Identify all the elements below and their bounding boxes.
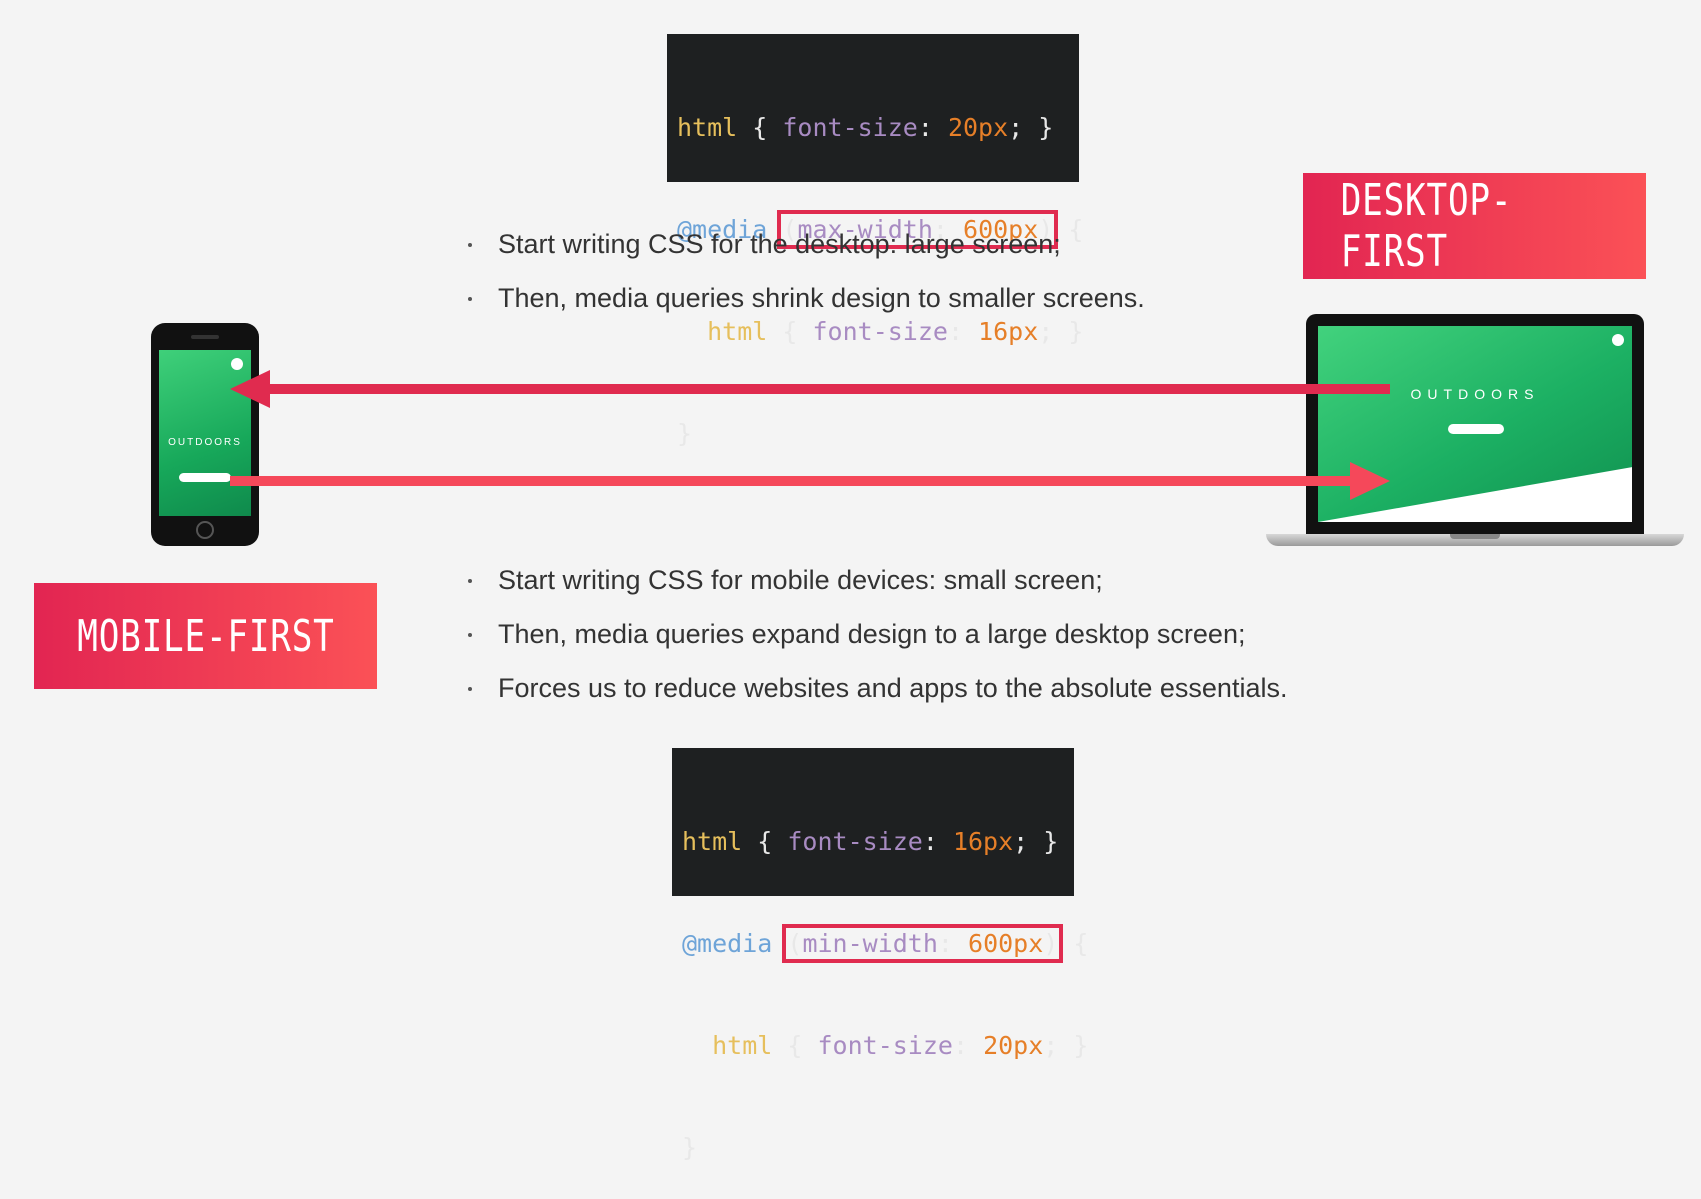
code-colon: :: [922, 827, 953, 856]
code-paren: (: [787, 929, 803, 958]
code-selector: html: [712, 1031, 773, 1060]
code-property: font-size: [817, 1031, 953, 1060]
code-end: ; }: [1043, 1031, 1089, 1060]
arrow-right-icon: [230, 462, 1390, 500]
code-colon: :: [952, 1031, 984, 1060]
mobile-first-badge: MOBILE-FIRST: [34, 583, 377, 689]
arrow-left-icon: [230, 370, 1390, 408]
list-item: Forces us to reduce websites and apps to…: [466, 668, 1287, 722]
code-paren: ): [1043, 929, 1059, 958]
code-line-4: }: [682, 1133, 698, 1162]
list-item: Start writing CSS for mobile devices: sm…: [466, 560, 1287, 614]
code-value: 600px: [968, 929, 1044, 958]
code-line-2: @media (min-width: 600px) {: [682, 924, 1088, 963]
code-colon: :: [937, 929, 969, 958]
code-at-rule: @media: [682, 929, 773, 958]
code-value: 20px: [983, 1031, 1044, 1060]
code-property: font-size: [787, 827, 923, 856]
code-line-3: html { font-size: 20px; }: [682, 1029, 1088, 1063]
code-brace: {: [1058, 929, 1089, 958]
code-brace: {: [772, 1031, 818, 1060]
code-selector: html: [682, 827, 743, 856]
code-end: ; }: [1013, 827, 1059, 856]
code-brace: {: [742, 827, 788, 856]
mobile-first-code-block: html { font-size: 16px; } @media (min-wi…: [672, 748, 1088, 1162]
list-item: Then, media queries expand design to a l…: [466, 614, 1287, 668]
code-property: min-width: [802, 929, 938, 958]
code-line-1: html { font-size: 16px; }: [682, 825, 1064, 859]
mobile-first-label: MOBILE-FIRST: [76, 610, 335, 662]
mobile-first-bullets: Start writing CSS for mobile devices: sm…: [466, 560, 1287, 722]
media-query-highlight: (min-width: 600px): [782, 924, 1064, 963]
code-value: 16px: [952, 827, 1014, 856]
